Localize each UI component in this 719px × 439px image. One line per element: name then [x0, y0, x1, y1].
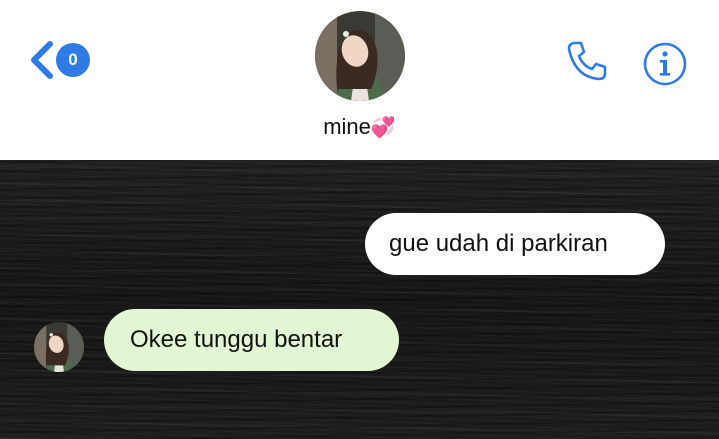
message-text: Okee tunggu bentar — [130, 326, 343, 353]
contact-name[interactable]: mine💞 — [0, 114, 719, 140]
info-icon — [643, 42, 687, 86]
back-chevron-icon — [31, 41, 53, 79]
contact-name-text: mine — [323, 114, 371, 139]
heart-emoji: 💞 — [370, 117, 396, 139]
avatar-photo — [34, 322, 84, 372]
avatar-photo — [315, 11, 405, 101]
message-bubble-received[interactable]: Okee tunggu bentar — [104, 309, 399, 371]
chat-header: 0 mine💞 — [0, 0, 719, 160]
message-text: gue udah di parkiran — [389, 230, 608, 257]
message-bubble-sent[interactable]: gue udah di parkiran — [365, 213, 665, 275]
call-button[interactable] — [563, 37, 611, 85]
sender-avatar[interactable] — [34, 322, 84, 372]
phone-icon — [567, 41, 607, 81]
back-button[interactable]: 0 — [28, 36, 92, 84]
info-button[interactable] — [641, 40, 689, 88]
message-thread[interactable]: gue udah di parkiran Okee tunggu bentar — [0, 160, 719, 439]
unread-count-badge: 0 — [56, 43, 90, 77]
contact-avatar[interactable] — [315, 11, 405, 101]
